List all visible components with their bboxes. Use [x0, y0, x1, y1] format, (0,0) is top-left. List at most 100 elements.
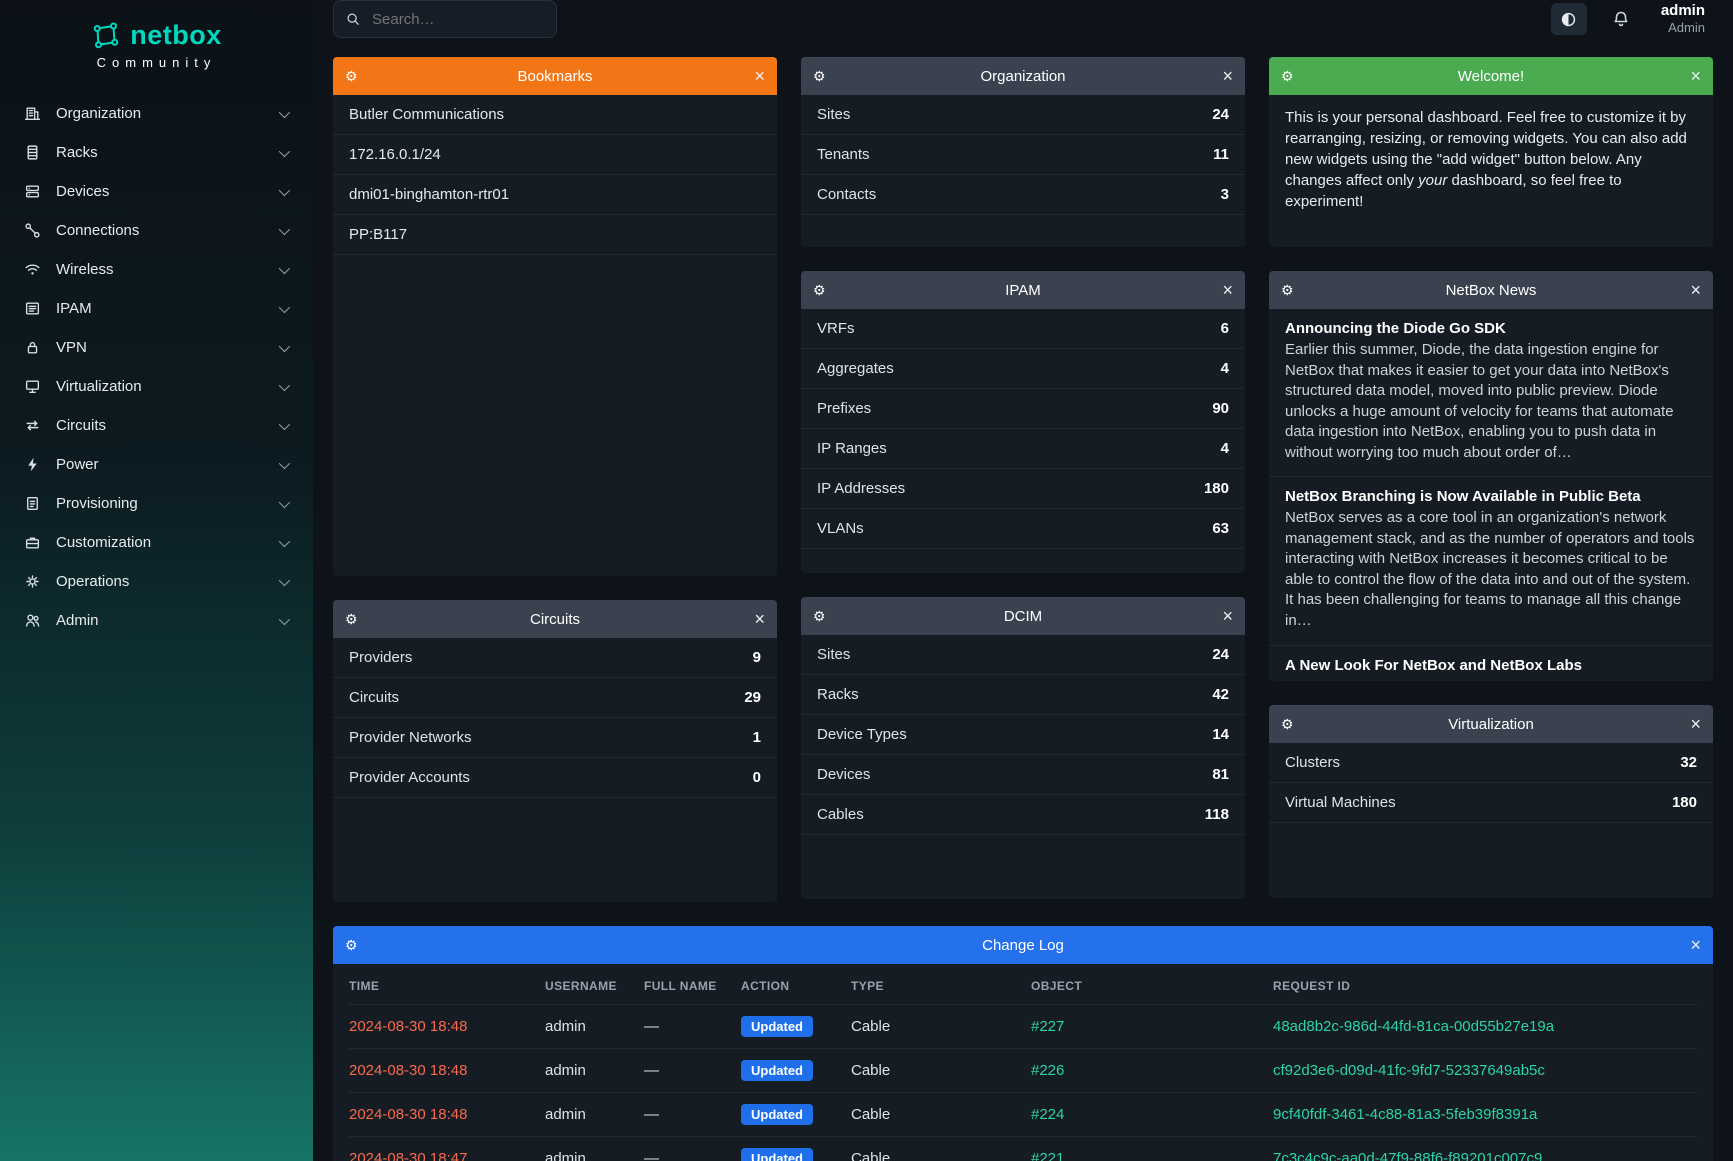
notifications-button[interactable]: [1603, 3, 1639, 35]
changelog-request-id-link[interactable]: 9cf40fdf-3461-4c88-81a3-5feb39f8391a: [1273, 1106, 1537, 1123]
stat-label: Providers: [349, 649, 412, 666]
sidebar-item-label: Organization: [56, 105, 141, 122]
bookmark-link[interactable]: dmi01-binghamton-rtr01: [333, 175, 777, 215]
sidebar-item-admin[interactable]: Admin: [0, 601, 313, 640]
changelog-object-link[interactable]: #221: [1031, 1150, 1064, 1161]
widget-config-icon[interactable]: ⚙: [1281, 68, 1303, 85]
sidebar-item-power[interactable]: Power: [0, 445, 313, 484]
widget-close-icon[interactable]: ×: [743, 610, 765, 628]
changelog-request-id-link[interactable]: 48ad8b2c-986d-44fd-81ca-00d55b27e19a: [1273, 1018, 1554, 1035]
stat-value: 6: [1221, 320, 1229, 337]
widget-close-icon[interactable]: ×: [1211, 67, 1233, 85]
changelog-time-link[interactable]: 2024-08-30 18:48: [349, 1062, 467, 1079]
stat-row[interactable]: Prefixes90: [801, 389, 1245, 429]
stat-row[interactable]: Devices81: [801, 755, 1245, 795]
sidebar-item-ipam[interactable]: IPAM: [0, 289, 313, 328]
widget-close-icon[interactable]: ×: [1679, 715, 1701, 733]
widget-config-icon[interactable]: ⚙: [345, 68, 367, 85]
widget-config-icon[interactable]: ⚙: [813, 282, 835, 299]
widget-config-icon[interactable]: ⚙: [1281, 282, 1303, 299]
sidebar-item-label: VPN: [56, 339, 87, 356]
stat-row[interactable]: Racks42: [801, 675, 1245, 715]
toolbox-icon: [24, 534, 41, 551]
widget-title: Welcome!: [1303, 68, 1679, 85]
widget-config-icon[interactable]: ⚙: [813, 68, 835, 85]
stat-row[interactable]: Tenants11: [801, 135, 1245, 175]
changelog-request-id-link[interactable]: cf92d3e6-d09d-41fc-9fd7-52337649ab5c: [1273, 1062, 1545, 1079]
sidebar-item-operations[interactable]: Operations: [0, 562, 313, 601]
sidebar-item-vpn[interactable]: VPN: [0, 328, 313, 367]
changelog-time-link[interactable]: 2024-08-30 18:47: [349, 1150, 467, 1161]
sidebar-item-circuits[interactable]: Circuits: [0, 406, 313, 445]
user-menu[interactable]: admin Admin: [1661, 2, 1705, 36]
stat-row[interactable]: Cables 118: [801, 795, 1245, 835]
stat-row[interactable]: Clusters32: [1269, 743, 1713, 783]
stat-row[interactable]: Device Types14: [801, 715, 1245, 755]
stat-row[interactable]: VRFs6: [801, 309, 1245, 349]
widget-config-icon[interactable]: ⚙: [813, 608, 835, 625]
stat-row[interactable]: IP Ranges4: [801, 429, 1245, 469]
theme-toggle-button[interactable]: [1551, 3, 1587, 35]
sidebar-item-customization[interactable]: Customization: [0, 523, 313, 562]
widget-organization: ⚙ Organization × Sites24 Tenants11 Conta…: [801, 57, 1245, 247]
swap-arrows-icon: [24, 417, 41, 434]
changelog-object-link[interactable]: #227: [1031, 1018, 1064, 1035]
widget-close-icon[interactable]: ×: [1679, 281, 1701, 299]
changelog-username: admin: [537, 1049, 636, 1093]
changelog-type: Cable: [843, 1137, 1023, 1161]
dashboard-column-2: ⚙ Organization × Sites24 Tenants11 Conta…: [801, 57, 1245, 899]
sidebar-item-provisioning[interactable]: Provisioning: [0, 484, 313, 523]
stat-label: Device Types: [817, 726, 907, 743]
stat-value: 118: [1205, 806, 1229, 823]
widget-close-icon[interactable]: ×: [1211, 607, 1233, 625]
stat-row[interactable]: Sites24: [801, 635, 1245, 675]
stat-row[interactable]: VLANs63: [801, 509, 1245, 549]
netbox-logo-icon: [91, 21, 121, 51]
widget-close-icon[interactable]: ×: [1679, 936, 1701, 954]
news-title-link[interactable]: Announcing the Diode Go SDK: [1285, 320, 1697, 337]
stat-row[interactable]: IP Addresses180: [801, 469, 1245, 509]
changelog-time-link[interactable]: 2024-08-30 18:48: [349, 1106, 467, 1123]
changelog-row: 2024-08-30 18:48 admin — Updated Cable #…: [349, 1005, 1697, 1049]
stat-row[interactable]: Providers9: [333, 638, 777, 678]
stat-row[interactable]: Sites24: [801, 95, 1245, 135]
sidebar-item-label: IPAM: [56, 300, 92, 317]
search-input[interactable]: [370, 10, 544, 29]
sidebar-item-wireless[interactable]: Wireless: [0, 250, 313, 289]
search-box: [333, 0, 557, 38]
chevron-down-icon: [279, 184, 290, 195]
changelog-object-link[interactable]: #226: [1031, 1062, 1064, 1079]
widget-config-icon[interactable]: ⚙: [1281, 716, 1303, 733]
stat-row[interactable]: Provider Accounts0: [333, 758, 777, 798]
widget-circuits: ⚙ Circuits × Providers9 Circuits29 Provi…: [333, 600, 777, 902]
widget-close-icon[interactable]: ×: [1679, 67, 1701, 85]
column-header-username: USERNAME: [537, 964, 636, 1005]
widget-config-icon[interactable]: ⚙: [345, 937, 367, 954]
sidebar-item-organization[interactable]: Organization: [0, 94, 313, 133]
bookmark-link[interactable]: 172.16.0.1/24: [333, 135, 777, 175]
sidebar-item-connections[interactable]: Connections: [0, 211, 313, 250]
stat-label: Cables: [817, 806, 864, 823]
changelog-object-link[interactable]: #224: [1031, 1106, 1064, 1123]
changelog-time-link[interactable]: 2024-08-30 18:48: [349, 1018, 467, 1035]
widget-config-icon[interactable]: ⚙: [345, 611, 367, 628]
widget-close-icon[interactable]: ×: [743, 67, 765, 85]
bookmark-link[interactable]: Butler Communications: [333, 95, 777, 135]
widget-title: IPAM: [835, 282, 1211, 299]
changelog-table: TIME USERNAME FULL NAME ACTION TYPE OBJE…: [349, 964, 1697, 1161]
stat-row[interactable]: Circuits29: [333, 678, 777, 718]
stat-row[interactable]: Virtual Machines180: [1269, 783, 1713, 823]
news-title-link[interactable]: A New Look For NetBox and NetBox Labs: [1285, 657, 1697, 674]
stat-row[interactable]: Aggregates4: [801, 349, 1245, 389]
stat-row[interactable]: Contacts3: [801, 175, 1245, 215]
stat-row[interactable]: Provider Networks1: [333, 718, 777, 758]
changelog-request-id-link[interactable]: 7c3c4c9c-aa0d-47f9-88f6-f89201c007c9: [1273, 1150, 1542, 1161]
bookmark-link[interactable]: PP:B117: [333, 215, 777, 255]
brand-logo[interactable]: netbox Community: [0, 14, 313, 94]
widget-close-icon[interactable]: ×: [1211, 281, 1233, 299]
topbar: admin Admin: [313, 0, 1733, 38]
news-title-link[interactable]: NetBox Branching is Now Available in Pub…: [1285, 488, 1697, 505]
sidebar-item-devices[interactable]: Devices: [0, 172, 313, 211]
sidebar-item-virtualization[interactable]: Virtualization: [0, 367, 313, 406]
sidebar-item-racks[interactable]: Racks: [0, 133, 313, 172]
